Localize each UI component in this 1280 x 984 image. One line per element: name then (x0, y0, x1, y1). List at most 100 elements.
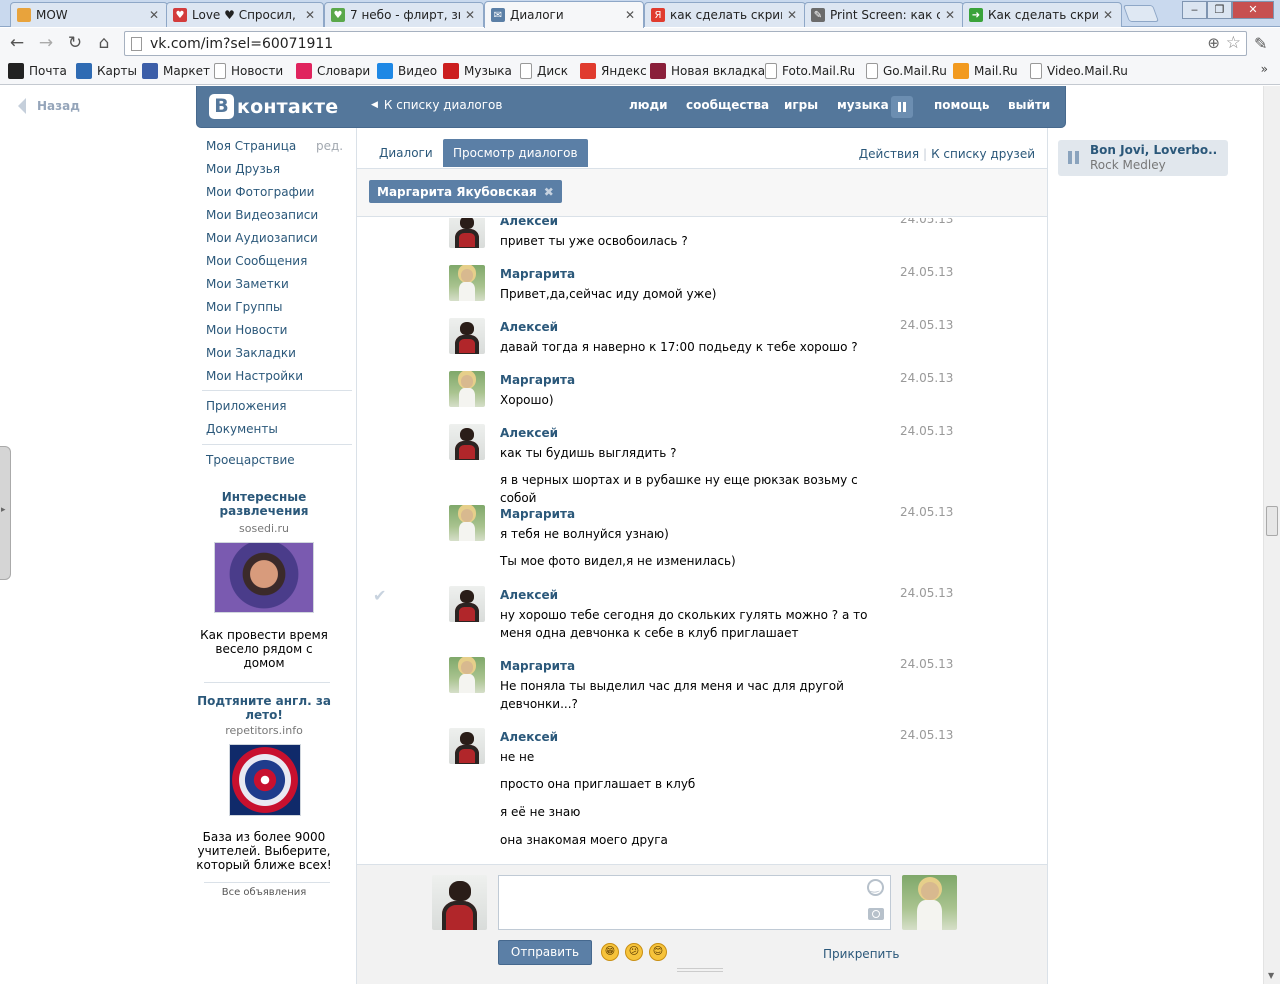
browser-tab[interactable]: ♥ 7 небо - флирт, зна ✕ (324, 2, 484, 27)
scroll-down-icon[interactable]: ▼ (1268, 971, 1274, 980)
nav-people[interactable]: люди (629, 98, 668, 112)
message-author[interactable]: Алексей (500, 426, 558, 440)
home-icon[interactable]: ⌂ (92, 32, 116, 54)
zoom-icon[interactable]: ⊕ (1207, 34, 1220, 52)
select-check-icon[interactable]: ✔ (373, 586, 386, 605)
edit-link[interactable]: ред. (316, 139, 343, 153)
grin-emoji-icon[interactable]: 😁 (601, 943, 619, 961)
browser-tab[interactable]: ✎ Print Screen: как сд ✕ (804, 2, 964, 27)
browser-tab-active[interactable]: ✉ Диалоги ✕ (484, 1, 644, 28)
audio-widget[interactable]: Bon Jovi, Loverbo... Rock Medley (1058, 140, 1228, 176)
send-button[interactable]: Отправить (498, 940, 592, 965)
nav-games[interactable]: игры (784, 98, 818, 112)
smile-icon[interactable] (867, 879, 884, 896)
wrench-icon[interactable]: ✎ (1254, 34, 1267, 53)
nav-logout[interactable]: выйти (1008, 98, 1050, 112)
side-panel-handle[interactable] (0, 446, 11, 580)
scrollbar-thumb[interactable] (1266, 506, 1278, 536)
bookmarks-overflow-icon[interactable]: » (1261, 62, 1268, 76)
ad-image[interactable] (229, 744, 301, 816)
bookmark-item[interactable]: Video.Mail.Ru (1030, 63, 1128, 79)
left-menu-item[interactable]: Мои Группы (206, 300, 283, 314)
ad-text[interactable]: База из более 9000 учителей. Выберите, к… (196, 830, 332, 872)
minimize-icon[interactable]: ‒ (1182, 1, 1207, 19)
camera-icon[interactable] (868, 908, 884, 920)
to-dialogs-list-link[interactable]: ◀ К списку диалогов (371, 98, 502, 112)
nav-music[interactable]: музыка (837, 98, 889, 112)
avatar[interactable] (449, 657, 485, 693)
avatar[interactable] (449, 218, 485, 248)
peer-chip[interactable]: Маргарита Якубовская ✖ (369, 180, 562, 203)
nav-help[interactable]: помощь (934, 98, 989, 112)
message-author[interactable]: Алексей (500, 730, 558, 744)
avatar[interactable] (449, 371, 485, 407)
left-menu-item[interactable]: Мои Друзья (206, 162, 280, 176)
back-link[interactable]: Назад (18, 98, 80, 114)
left-menu-item[interactable]: Мои Видеозаписи (206, 208, 318, 222)
friends-list-link[interactable]: К списку друзей (931, 147, 1035, 161)
forward-arrow-icon[interactable]: → (34, 32, 58, 54)
avatar[interactable] (449, 728, 485, 764)
attach-link[interactable]: Прикрепить (823, 947, 899, 961)
close-window-icon[interactable]: ✕ (1232, 1, 1274, 19)
message-item[interactable]: Алексей 24.05.13 не не просто она приглашае… (357, 728, 1047, 847)
smile-emoji-icon[interactable]: 😊 (649, 943, 667, 961)
message-item[interactable]: Алексей 24.05.13 как ты будишь выглядить ?… (357, 424, 1047, 505)
bookmark-item[interactable]: Новая вкладка (650, 63, 765, 79)
close-tab-icon[interactable]: ✕ (943, 8, 957, 22)
bookmark-item[interactable]: Go.Mail.Ru (866, 63, 947, 79)
tab-view-dialogs[interactable]: Просмотр диалогов (443, 139, 588, 167)
left-menu-item[interactable]: Мои Аудиозаписи (206, 231, 318, 245)
message-author[interactable]: Маргарита (500, 659, 575, 673)
bookmark-item[interactable]: Новости (214, 63, 283, 79)
close-tab-icon[interactable]: ✕ (785, 8, 799, 22)
message-author[interactable]: Алексей (500, 588, 558, 602)
close-tab-icon[interactable]: ✕ (303, 8, 317, 22)
tab-dialogs[interactable]: Диалоги (369, 139, 443, 167)
left-menu-item[interactable]: Документы (206, 422, 278, 436)
vk-logo[interactable]: В контакте (209, 94, 338, 119)
left-menu-item[interactable]: Приложения (206, 399, 287, 413)
back-arrow-icon[interactable]: ← (5, 32, 29, 54)
left-menu-item[interactable]: Моя Страница (206, 139, 296, 153)
left-menu-app[interactable]: Троецарствие (206, 453, 295, 467)
browser-tab[interactable]: MOW ✕ (10, 2, 168, 27)
bookmark-star-icon[interactable]: ☆ (1226, 33, 1241, 53)
close-tab-icon[interactable]: ✕ (623, 8, 637, 22)
avatar[interactable] (449, 265, 485, 301)
bookmark-item[interactable]: Mail.Ru (953, 63, 1018, 79)
browser-tab[interactable]: Я как сделать скринш ✕ (644, 2, 806, 27)
left-menu-item[interactable]: Мои Настройки (206, 369, 303, 383)
left-menu-item[interactable]: Мои Новости (206, 323, 287, 337)
maximize-icon[interactable]: ❐ (1207, 1, 1232, 19)
message-item[interactable]: Маргарита 24.05.13 я тебя не волнуйся узна… (357, 505, 1047, 577)
message-author[interactable]: Маргарита (500, 267, 575, 281)
url-text[interactable]: vk.com/im?sel=60071911 (150, 36, 333, 52)
ad-text[interactable]: Как провести время весело рядом с домом (196, 628, 332, 670)
browser-tab[interactable]: ♥ Love ♥ Спросил, У ✕ (166, 2, 324, 27)
avatar[interactable] (449, 424, 485, 460)
all-ads-link[interactable]: Все объявления (196, 887, 332, 898)
reload-icon[interactable]: ↻ (63, 32, 87, 54)
actions-link[interactable]: Действия (859, 147, 919, 161)
bookmark-item[interactable]: Словари (296, 63, 370, 79)
address-bar[interactable]: vk.com/im?sel=60071911 ⊕ ☆ (124, 31, 1247, 56)
message-author[interactable]: Алексей (500, 218, 558, 228)
bookmark-item[interactable]: Foto.Mail.Ru (765, 63, 855, 79)
left-menu-item[interactable]: Мои Закладки (206, 346, 296, 360)
resize-grip[interactable] (677, 968, 723, 972)
bookmark-item[interactable]: Музыка (443, 63, 512, 79)
close-tab-icon[interactable]: ✕ (147, 8, 161, 22)
left-menu-item[interactable]: Мои Фотографии (206, 185, 314, 199)
remove-peer-icon[interactable]: ✖ (544, 185, 554, 199)
bookmark-item[interactable]: Почта (8, 63, 67, 79)
pause-icon[interactable] (891, 96, 913, 118)
ad-title[interactable]: Подтяните англ. за лето! (196, 694, 332, 722)
message-author[interactable]: Маргарита (500, 507, 575, 521)
bookmark-item[interactable]: Яндекс (580, 63, 647, 79)
message-author[interactable]: Алексей (500, 320, 558, 334)
bookmark-item[interactable]: Видео (377, 63, 437, 79)
bookmark-item[interactable]: Маркет (142, 63, 210, 79)
avatar[interactable] (449, 505, 485, 541)
bookmark-item[interactable]: Диск (520, 63, 568, 79)
